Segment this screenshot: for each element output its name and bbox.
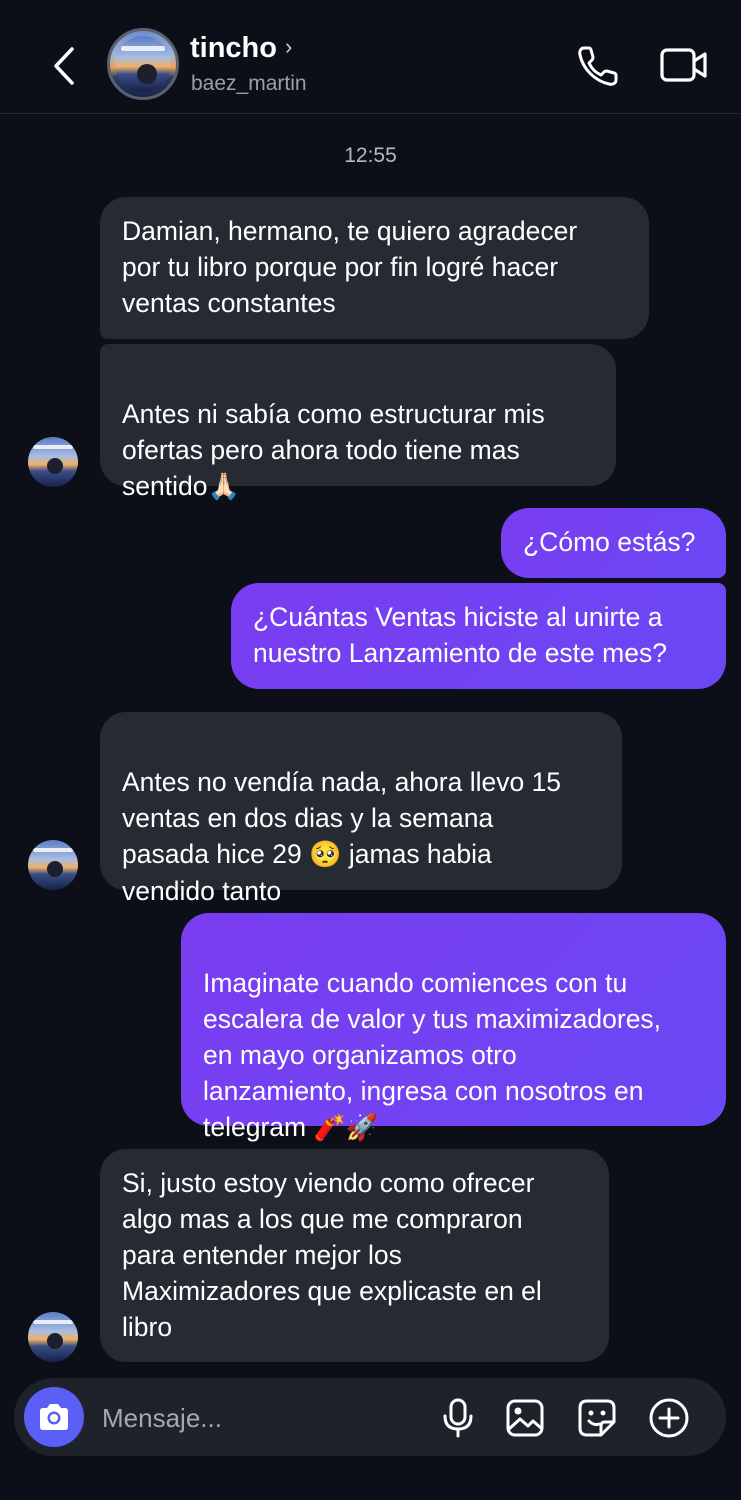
- contact-avatar[interactable]: [107, 28, 179, 100]
- outgoing-message[interactable]: ¿Cuántas Ventas hiciste al unirte a nues…: [231, 583, 726, 689]
- voice-call-button[interactable]: [574, 42, 622, 90]
- message-composer: [14, 1378, 726, 1456]
- phone-icon: [578, 46, 618, 86]
- sticker-button[interactable]: [576, 1397, 618, 1439]
- microphone-icon: [443, 1398, 473, 1438]
- gallery-button[interactable]: [504, 1397, 546, 1439]
- image-icon: [506, 1399, 544, 1437]
- contact-name-link[interactable]: tincho ›: [190, 32, 292, 65]
- firecracker-rocket-emoji: 🧨🚀: [313, 1113, 379, 1143]
- message-text: Imaginate cuando comiences con tu escale…: [203, 968, 662, 1142]
- camera-button[interactable]: [24, 1387, 84, 1447]
- message-timestamp: 12:55: [344, 144, 397, 167]
- back-chevron-icon: [54, 47, 74, 85]
- chat-header: tincho › baez_martin: [0, 0, 741, 114]
- sender-avatar[interactable]: [28, 437, 78, 487]
- microphone-button[interactable]: [437, 1397, 479, 1439]
- outgoing-message[interactable]: Imaginate cuando comiences con tu escale…: [181, 913, 726, 1143]
- sticker-icon: [578, 1399, 616, 1437]
- contact-name: tincho: [190, 32, 277, 64]
- message-input[interactable]: [100, 1397, 424, 1439]
- more-options-button[interactable]: [648, 1397, 690, 1439]
- sender-avatar[interactable]: [28, 840, 78, 890]
- incoming-message[interactable]: Damian, hermano, te quiero agradecer por…: [100, 197, 649, 339]
- message-text: Antes ni sabía como estructurar mis ofer…: [122, 399, 545, 501]
- chevron-right-icon: ›: [285, 33, 293, 59]
- camera-icon: [40, 1404, 68, 1430]
- video-camera-icon: [660, 48, 707, 82]
- video-call-button[interactable]: [658, 42, 710, 90]
- back-button[interactable]: [46, 44, 82, 88]
- contact-username: baez_martin: [191, 72, 307, 95]
- plus-circle-icon: [649, 1398, 689, 1438]
- incoming-message[interactable]: Si, justo estoy viendo como ofrecer algo…: [100, 1149, 609, 1362]
- folded-hands-emoji: 🙏🏻: [207, 472, 240, 502]
- incoming-message[interactable]: Antes ni sabía como estructurar mis ofer…: [100, 344, 616, 502]
- outgoing-message[interactable]: ¿Cómo estás?: [501, 508, 726, 578]
- pleading-face-emoji: 🥺: [309, 840, 342, 870]
- sender-avatar[interactable]: [28, 1312, 78, 1362]
- incoming-message[interactable]: Antes no vendía nada, ahora llevo 15 ven…: [100, 712, 622, 906]
